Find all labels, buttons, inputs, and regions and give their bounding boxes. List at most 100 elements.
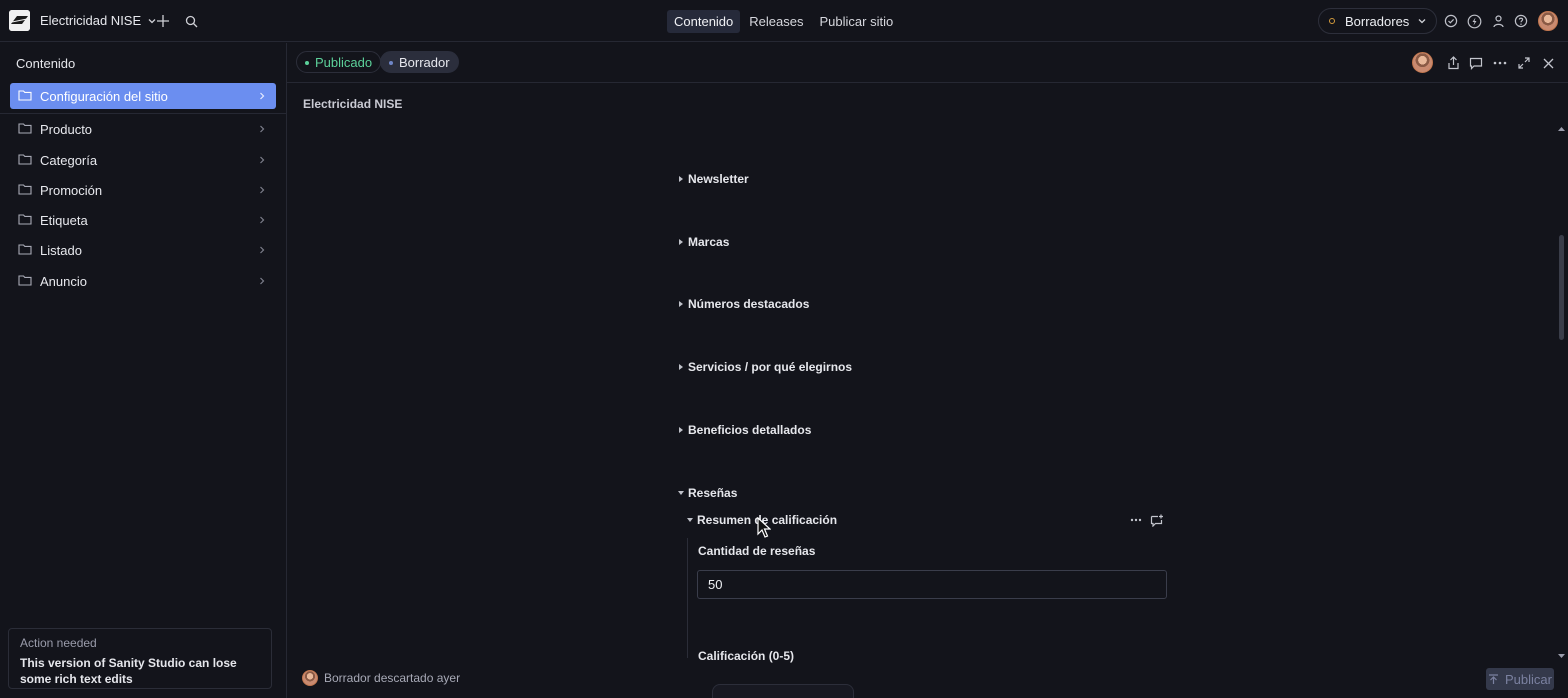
field-label-cantidad-resenas: Cantidad de reseñas [698, 544, 816, 558]
published-status-pill[interactable]: Publicado [296, 51, 382, 73]
sidebar-item-promocion[interactable]: Promoción [10, 177, 276, 203]
add-icon[interactable] [154, 12, 172, 30]
sidebar-divider [0, 113, 287, 114]
sidebar-item-label: Producto [40, 121, 93, 137]
more-options-icon[interactable] [1127, 511, 1145, 529]
perspective-label: Borradores [1345, 13, 1410, 29]
section-label: Servicios / por qué elegirnos [688, 360, 853, 374]
published-label: Publicado [315, 54, 373, 70]
user-avatar[interactable] [1538, 11, 1558, 31]
sidebar-item-categoria[interactable]: Categoría [10, 147, 276, 173]
section-numeros-destacados[interactable]: Números destacados [677, 297, 809, 311]
workspace-name: Electricidad NISE [40, 13, 142, 28]
mouse-cursor-icon [757, 517, 771, 538]
sidebar-item-anuncio[interactable]: Anuncio [10, 268, 276, 294]
tab-releases[interactable]: Releases [742, 10, 810, 33]
sidebar-item-producto[interactable]: Producto [10, 116, 276, 142]
folder-icon [18, 184, 32, 195]
document-header: Publicado Borrador [287, 43, 1568, 83]
add-comment-icon[interactable] [1148, 511, 1166, 529]
section-resenas[interactable]: Reseñas [677, 486, 737, 500]
caret-down-icon [678, 491, 684, 495]
subsection-indent-line [687, 538, 688, 658]
action-needed-notice[interactable]: Action needed This version of Sanity Stu… [8, 628, 272, 689]
section-label: Marcas [688, 235, 730, 249]
comment-icon[interactable] [1467, 54, 1485, 72]
section-label: Beneficios detallados [688, 423, 812, 437]
footer-status-text: Borrador descartado ayer [324, 671, 461, 685]
sidebar-item-configuracion[interactable]: Configuración del sitio [10, 83, 276, 109]
help-icon[interactable] [1512, 12, 1530, 30]
chevron-right-icon [260, 92, 265, 100]
caret-right-icon [679, 301, 683, 307]
draft-dot [389, 61, 393, 65]
document-title: Electricidad NISE [303, 97, 403, 111]
notice-body: This version of Sanity Studio can lose s… [20, 656, 237, 686]
draft-label: Borrador [399, 54, 450, 70]
nise-logo-icon[interactable] [9, 10, 30, 31]
chevron-right-icon [260, 216, 265, 224]
document-footer: Borrador descartado ayer Publicar [287, 660, 1568, 698]
expand-icon[interactable] [1515, 54, 1533, 72]
search-icon[interactable] [182, 12, 200, 30]
sidebar-item-label: Categoría [40, 152, 98, 168]
section-beneficios[interactable]: Beneficios detallados [677, 423, 811, 437]
folder-icon [18, 154, 32, 165]
document-scrollbar[interactable] [1557, 125, 1566, 660]
review-count-input[interactable] [697, 570, 1167, 599]
folder-icon [18, 123, 32, 134]
floating-toolbar[interactable] [712, 684, 854, 698]
section-label: Newsletter [688, 172, 749, 186]
chevron-right-icon [260, 125, 265, 133]
sidebar-item-listado[interactable]: Listado [10, 237, 276, 263]
draft-status-pill[interactable]: Borrador [380, 51, 459, 73]
workspace-switcher[interactable]: Electricidad NISE [40, 13, 157, 28]
tab-publicar-sitio[interactable]: Publicar sitio [812, 10, 900, 33]
folder-icon [18, 90, 32, 101]
section-label: Reseñas [688, 486, 738, 500]
sidebar-item-label: Anuncio [40, 273, 87, 289]
caret-down-icon [687, 518, 693, 522]
content-sidebar: Contenido Configuración del sitio Produc… [0, 43, 287, 698]
sidebar-item-label: Listado [40, 242, 82, 258]
more-options-icon[interactable] [1491, 54, 1509, 72]
section-newsletter[interactable]: Newsletter [677, 172, 749, 186]
share-icon[interactable] [1444, 54, 1462, 72]
close-icon[interactable] [1539, 54, 1557, 72]
section-marcas[interactable]: Marcas [677, 235, 729, 249]
section-servicios[interactable]: Servicios / por qué elegirnos [677, 360, 852, 374]
publish-icon [1489, 673, 1499, 684]
bolt-icon[interactable] [1465, 12, 1483, 30]
caret-right-icon [679, 364, 683, 370]
sidebar-item-label: Promoción [40, 182, 103, 198]
users-icon[interactable] [1489, 12, 1507, 30]
sidebar-item-label: Configuración del sitio [40, 88, 168, 104]
sidebar-item-label: Etiqueta [40, 212, 88, 228]
chevron-right-icon [260, 186, 265, 194]
chevron-right-icon [260, 277, 265, 285]
check-circle-icon[interactable] [1442, 12, 1460, 30]
author-avatar [302, 670, 318, 686]
published-dot [305, 61, 309, 65]
editor-avatar[interactable] [1412, 52, 1433, 73]
tab-contenido[interactable]: Contenido [667, 10, 741, 33]
sidebar-title: Contenido [16, 56, 76, 71]
caret-right-icon [679, 239, 683, 245]
perspective-selector[interactable]: Borradores [1318, 8, 1437, 34]
folder-icon [18, 244, 32, 255]
caret-right-icon [679, 427, 683, 433]
scroll-down-arrow-icon[interactable] [1557, 652, 1566, 660]
scrollbar-thumb[interactable] [1559, 235, 1564, 340]
folder-icon [18, 214, 32, 225]
sidebar-item-etiqueta[interactable]: Etiqueta [10, 207, 276, 233]
chevron-right-icon [260, 246, 265, 254]
scroll-up-arrow-icon[interactable] [1557, 125, 1566, 133]
publish-button[interactable]: Publicar [1486, 668, 1554, 690]
perspective-status-dot [1329, 18, 1335, 24]
section-label: Números destacados [688, 297, 810, 311]
caret-right-icon [679, 176, 683, 182]
notice-title: Action needed [20, 636, 97, 650]
chevron-down-icon [1418, 19, 1426, 24]
folder-icon [18, 275, 32, 286]
top-bar: Electricidad NISE Contenido Releases Pub… [0, 0, 1568, 42]
